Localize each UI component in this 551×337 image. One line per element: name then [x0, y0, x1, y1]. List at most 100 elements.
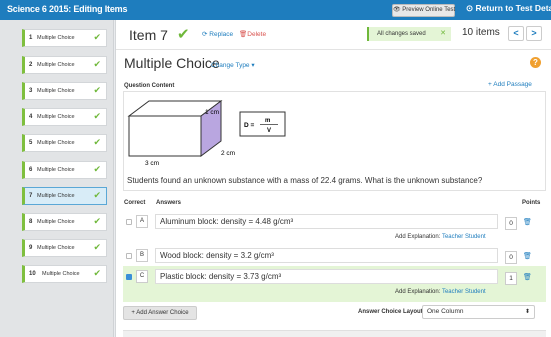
sidebar-item-label: Multiple Choice [37, 88, 75, 94]
sidebar-item-1[interactable]: 1 Multiple Choice ✔ [22, 29, 107, 47]
density-diagram: 1 cm 2 cm 3 cm D = m V [127, 100, 286, 167]
check-icon: ✔ [93, 216, 101, 226]
sidebar-item-label: Multiple Choice [37, 62, 75, 68]
correct-checkbox[interactable] [126, 274, 132, 280]
teacher-explanation-link[interactable]: Teacher [442, 234, 463, 240]
cube-width-label: 3 cm [145, 160, 159, 167]
sidebar-item-label: Multiple Choice [42, 271, 80, 277]
points-field[interactable]: 1 [505, 272, 517, 285]
replace-label: Replace [209, 31, 234, 38]
sidebar-item-label: Multiple Choice [37, 35, 75, 41]
sidebar-item-label: Multiple Choice [37, 167, 75, 173]
close-icon[interactable]: ✕ [440, 27, 446, 41]
formula-lhs: D = [244, 122, 255, 129]
sidebar-item-number: 9 [29, 245, 33, 251]
change-type-dropdown[interactable]: Change Type ▾ [211, 61, 255, 69]
answer-letter: A [136, 215, 148, 228]
sidebar-item-5[interactable]: 5 Multiple Choice ✔ [22, 134, 107, 152]
add-answer-choice-button[interactable]: + Add Answer Choice [123, 306, 197, 320]
preview-online-test-button[interactable]: 👁 Preview Online Test [392, 4, 455, 17]
add-explanation-label: Add Explanation: [395, 289, 441, 295]
check-icon: ✔ [93, 32, 101, 42]
teacher-explanation-link[interactable]: Teacher [442, 289, 463, 295]
sidebar-item-3[interactable]: 3 Multiple Choice ✔ [22, 82, 107, 100]
check-icon: ✔ [93, 85, 101, 95]
sidebar-item-label: Multiple Choice [37, 193, 75, 199]
eye-icon: 👁 [393, 7, 401, 13]
answer-text-field[interactable]: Aluminum block: density = 4.48 g/cm³ [155, 214, 498, 229]
delete-button[interactable]: 🗑Delete [239, 30, 266, 38]
answer-letter: B [136, 249, 148, 262]
sidebar-item-number: 2 [29, 62, 33, 68]
answer-row-correct: C Plastic block: density = 3.73 g/cm³ Ad… [123, 266, 546, 302]
check-icon: ✔ [93, 59, 101, 69]
header-divider [116, 49, 551, 50]
formula-denominator: V [267, 128, 271, 134]
item-editor: Item 7 ✔ ⟳ Replace 🗑Delete All changes s… [115, 20, 551, 337]
item-title: Item 7 [129, 27, 168, 43]
arrow-left-circle-icon: ⊙ [466, 3, 474, 13]
check-icon: ✔ [93, 137, 101, 147]
app-title: Science 6 2015: Editing Items [7, 4, 128, 14]
question-figure: 1 cm 2 cm 3 cm D = m V [127, 98, 297, 178]
add-explanation-label: Add Explanation: [395, 234, 441, 240]
sidebar-item-4[interactable]: 4 Multiple Choice ✔ [22, 108, 107, 126]
correct-header: Correct [124, 200, 146, 206]
sidebar-item-8[interactable]: 8 Multiple Choice ✔ [22, 213, 107, 231]
add-explanation: Add Explanation: Teacher Student [395, 234, 486, 240]
check-icon: ✔ [93, 242, 101, 252]
formula-numerator: m [265, 118, 270, 124]
sidebar-item-label: Multiple Choice [37, 114, 75, 120]
check-icon: ✔ [93, 111, 101, 121]
answer-text-field[interactable]: Plastic block: density = 3.73 g/cm³ [155, 269, 498, 284]
sidebar-item-number: 7 [29, 193, 33, 199]
correct-checkbox[interactable] [126, 219, 132, 225]
question-content-label: Question Content [124, 83, 175, 89]
help-icon[interactable]: ? [530, 57, 541, 68]
question-content-box[interactable]: 1 cm 2 cm 3 cm D = m V Students found an… [123, 91, 546, 191]
student-explanation-link[interactable]: Student [465, 289, 486, 295]
previous-item-button[interactable]: < [508, 26, 524, 41]
return-label: Return to Test Details [475, 3, 551, 13]
correct-checkbox[interactable] [126, 253, 132, 259]
preview-label: Preview Online Test [402, 7, 456, 13]
sidebar-item-7[interactable]: 7 Multiple Choice ✔ [22, 187, 107, 205]
delete-label: Delete [247, 31, 267, 38]
trash-icon[interactable]: 🗑 [523, 252, 532, 260]
answer-layout-select[interactable]: One Column ⬍ [422, 305, 535, 319]
trash-icon[interactable]: 🗑 [523, 273, 532, 281]
add-passage-button[interactable]: + Add Passage [488, 81, 532, 88]
bottom-panel [123, 330, 546, 337]
sidebar-item-number: 8 [29, 219, 33, 225]
question-text: Students found an unknown substance with… [127, 176, 483, 185]
return-to-test-details-button[interactable]: ⊙ Return to Test Details [466, 3, 551, 14]
sidebar-item-6[interactable]: 6 Multiple Choice ✔ [22, 161, 107, 179]
check-icon: ✔ [177, 26, 190, 43]
top-bar: Science 6 2015: Editing Items 👁 Preview … [0, 0, 551, 20]
cube-height-label: 1 cm [205, 109, 219, 116]
sidebar-item-label: Multiple Choice [37, 219, 75, 225]
trash-icon[interactable]: 🗑 [523, 218, 532, 226]
cube-depth-label: 2 cm [221, 150, 235, 157]
check-icon: ✔ [93, 190, 101, 200]
item-count: 10 items [462, 27, 500, 38]
chevron-updown-icon: ⬍ [524, 309, 530, 315]
sidebar-item-2[interactable]: 2 Multiple Choice ✔ [22, 56, 107, 74]
save-status-text: All changes saved [377, 31, 426, 37]
sidebar-item-9[interactable]: 9 Multiple Choice ✔ [22, 239, 107, 257]
item-sidebar: 1 Multiple Choice ✔ 2 Multiple Choice ✔ … [0, 20, 114, 337]
next-item-button[interactable]: > [526, 26, 542, 41]
sidebar-item-number: 5 [29, 140, 33, 146]
sidebar-item-number: 1 [29, 35, 33, 41]
answer-layout-value: One Column [427, 308, 464, 315]
question-type-title: Multiple Choice [124, 55, 220, 71]
student-explanation-link[interactable]: Student [465, 234, 486, 240]
replace-button[interactable]: ⟳ Replace [202, 30, 233, 38]
answer-letter: C [136, 270, 148, 283]
sidebar-item-number: 10 [29, 271, 36, 277]
points-field[interactable]: 0 [505, 251, 517, 264]
answer-row: A Aluminum block: density = 4.48 g/cm³ A… [123, 211, 546, 249]
sidebar-item-10[interactable]: 10 Multiple Choice ✔ [22, 265, 107, 283]
points-field[interactable]: 0 [505, 217, 517, 230]
answer-text-field[interactable]: Wood block: density = 3.2 g/cm³ [155, 248, 498, 263]
